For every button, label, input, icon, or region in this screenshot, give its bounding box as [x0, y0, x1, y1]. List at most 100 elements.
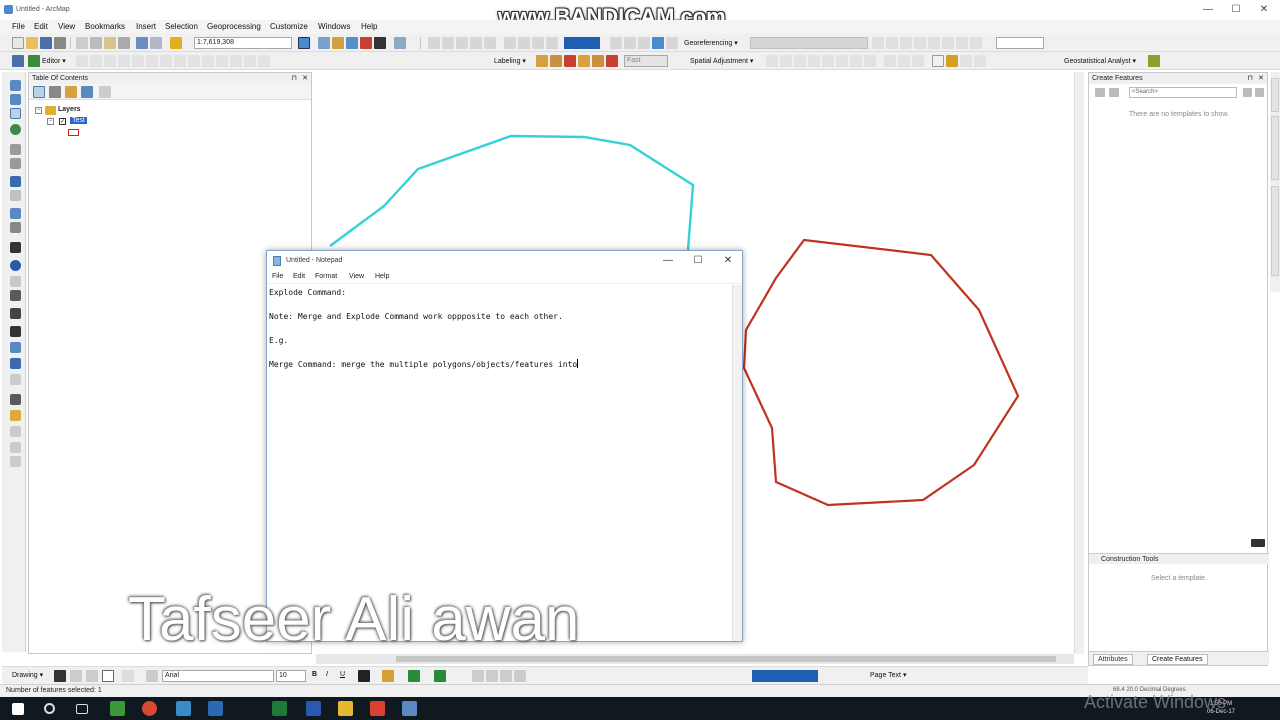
forward-icon[interactable] [10, 190, 21, 201]
geostatistical-analyst-menu[interactable]: Geostatistical Analyst ▾ [1064, 57, 1136, 65]
full-extent-icon[interactable] [10, 124, 21, 135]
tool-icon[interactable] [960, 55, 972, 67]
select-elements-icon[interactable] [10, 242, 21, 253]
redo-icon[interactable] [150, 37, 162, 49]
viewer-icon[interactable] [10, 394, 21, 405]
tool-icon[interactable] [850, 55, 862, 67]
tool-icon[interactable] [928, 37, 940, 49]
text-icon[interactable] [122, 670, 134, 682]
html-popup-icon[interactable] [10, 290, 21, 301]
menu-view[interactable]: View [58, 22, 75, 31]
tool-icon[interactable] [946, 55, 958, 67]
page-text-menu[interactable]: Page Text ▾ [870, 671, 906, 679]
rotate-icon[interactable] [70, 670, 82, 682]
tool-icon[interactable] [28, 55, 40, 67]
app-icon[interactable] [370, 701, 385, 716]
go-to-xy-icon[interactable] [10, 358, 21, 369]
tool-icon[interactable] [104, 55, 116, 67]
tool-icon[interactable] [942, 37, 954, 49]
tool-icon[interactable] [780, 55, 792, 67]
tool-icon[interactable] [518, 37, 530, 49]
layers-group-label[interactable]: Layers [58, 106, 81, 113]
notepad-menu-help[interactable]: Help [375, 273, 389, 280]
model-builder-icon[interactable] [394, 37, 406, 49]
tool-icon[interactable] [160, 55, 172, 67]
tool-icon[interactable] [886, 37, 898, 49]
georef-layer-combo[interactable] [750, 37, 868, 49]
tool-icon[interactable] [484, 37, 496, 49]
task-view-icon[interactable] [76, 704, 88, 714]
tool-icon[interactable] [898, 55, 910, 67]
tool-icon[interactable] [900, 37, 912, 49]
save-icon[interactable] [40, 37, 52, 49]
menu-selection[interactable]: Selection [165, 22, 198, 31]
tool-icon[interactable] [914, 37, 926, 49]
tool-icon[interactable] [766, 55, 778, 67]
search-icon[interactable] [44, 703, 55, 714]
side-tab[interactable] [1271, 186, 1279, 276]
arctoolbox-icon[interactable] [360, 37, 372, 49]
delete-icon[interactable] [118, 37, 130, 49]
tool-icon[interactable] [666, 37, 678, 49]
font-combo[interactable]: Arial [162, 670, 274, 682]
tool-icon[interactable] [606, 55, 618, 67]
fixed-zoom-in-icon[interactable] [10, 144, 21, 155]
tool-icon[interactable] [956, 37, 968, 49]
app-icon[interactable] [176, 701, 191, 716]
copy-icon[interactable] [90, 37, 102, 49]
layers-collapse-icon[interactable]: − [35, 107, 42, 114]
notepad-menu-edit[interactable]: Edit [293, 273, 305, 280]
tool-icon[interactable] [884, 55, 896, 67]
identify-icon[interactable] [10, 260, 21, 271]
label-font-combo[interactable]: Fast [624, 55, 668, 67]
open-folder-icon[interactable] [26, 37, 38, 49]
tool-icon[interactable] [486, 670, 498, 682]
tool-icon[interactable] [872, 37, 884, 49]
arcmap-taskbar-icon[interactable] [402, 701, 417, 716]
label-manager-icon[interactable] [536, 55, 548, 67]
tab-attributes[interactable]: Attributes [1093, 654, 1133, 665]
tab-create-features[interactable]: Create Features [1147, 654, 1208, 665]
tool-icon[interactable] [146, 670, 158, 682]
notepad-scrollbar[interactable] [732, 285, 742, 641]
toc-close-icon[interactable]: ✕ [302, 73, 308, 84]
tool-icon[interactable] [822, 55, 834, 67]
undo-icon[interactable] [136, 37, 148, 49]
tool-icon[interactable] [932, 55, 944, 67]
underline-button[interactable]: U [340, 671, 345, 678]
cut-icon[interactable] [76, 37, 88, 49]
tool-icon[interactable] [912, 55, 924, 67]
tool-icon[interactable] [470, 37, 482, 49]
tool-icon[interactable] [90, 55, 102, 67]
tool-icon[interactable] [12, 55, 24, 67]
tool-icon[interactable] [428, 37, 440, 49]
find-route-icon[interactable] [10, 342, 21, 353]
drawing-menu[interactable]: Drawing ▾ [12, 671, 43, 679]
tool-icon[interactable] [970, 37, 982, 49]
tool-icon[interactable] [808, 55, 820, 67]
measure-icon[interactable] [10, 308, 21, 319]
tool-icon[interactable] [514, 670, 526, 682]
notepad-menu-file[interactable]: File [272, 273, 283, 280]
find-icon[interactable] [10, 326, 21, 337]
spatial-adjustment-menu[interactable]: Spatial Adjustment ▾ [690, 57, 753, 65]
create-features-close-icon[interactable]: ✕ [1258, 73, 1264, 84]
layer-collapse-icon[interactable]: − [47, 118, 54, 125]
tool-icon[interactable] [202, 55, 214, 67]
map-scale-combo[interactable]: 1:7,619,308 [194, 37, 292, 49]
tool-icon[interactable] [216, 55, 228, 67]
scroll-thumb[interactable] [396, 656, 1056, 662]
tool-icon[interactable] [500, 670, 512, 682]
value-input[interactable] [996, 37, 1044, 49]
tool-icon[interactable] [188, 55, 200, 67]
list-by-source-icon[interactable] [49, 86, 61, 98]
paste-icon[interactable] [104, 37, 116, 49]
layer-symbol-swatch[interactable] [68, 129, 79, 136]
tool-icon[interactable] [230, 55, 242, 67]
print-icon[interactable] [54, 37, 66, 49]
list-by-visibility-icon[interactable] [65, 86, 77, 98]
tool-icon[interactable] [624, 37, 636, 49]
zoom-in-icon[interactable] [10, 80, 21, 91]
tool-icon[interactable] [132, 55, 144, 67]
tool-icon[interactable] [504, 37, 516, 49]
